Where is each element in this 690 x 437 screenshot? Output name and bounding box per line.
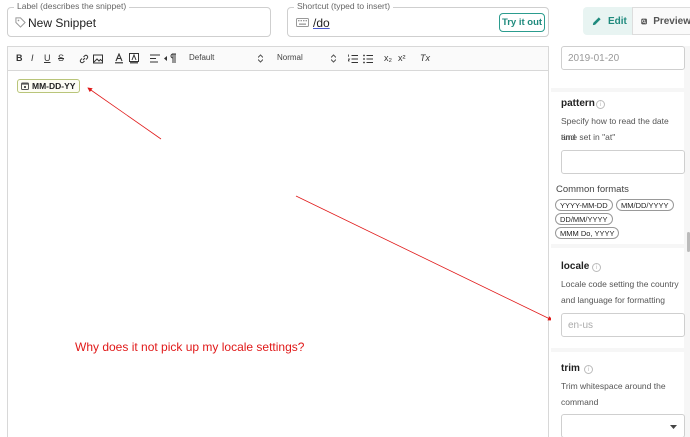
chevron-down-icon: [670, 425, 677, 429]
pattern-title: pattern: [561, 98, 595, 109]
trim-desc-line1: Trim whitespace around the: [561, 381, 666, 391]
locale-title: locale: [561, 261, 590, 272]
pattern-info-icon[interactable]: i: [596, 100, 605, 109]
trim-title: trim: [561, 363, 580, 374]
common-formats-label: Common formats: [556, 184, 629, 195]
format-chip[interactable]: YYYY-MM-DD: [555, 199, 613, 211]
at-input[interactable]: 2019-01-20: [561, 46, 685, 70]
format-chip[interactable]: MMM Do, YYYY: [555, 227, 620, 239]
pattern-desc-line2: time set in "at": [561, 132, 616, 142]
locale-info-icon[interactable]: i: [592, 263, 601, 272]
pattern-section: pattern i Specify how to read the date a…: [551, 92, 685, 244]
arrow-to-chip: [87, 87, 162, 140]
trim-section: trim i Trim whitespace around the comman…: [551, 352, 685, 437]
pattern-input[interactable]: [561, 150, 685, 174]
locale-section: locale i Locale code setting the country…: [551, 248, 685, 348]
trim-info-icon[interactable]: i: [584, 365, 593, 374]
locale-input[interactable]: en-us: [561, 313, 685, 337]
format-chip[interactable]: DD/MM/YYYY: [555, 213, 613, 225]
at-section: 2019-01-20: [551, 46, 685, 88]
locale-desc-line1: Locale code setting the country: [561, 279, 679, 289]
command-settings-panel: 2019-01-20 pattern i Specify how to read…: [551, 46, 690, 437]
locale-desc-line2: and language for formatting: [561, 295, 665, 305]
trim-select[interactable]: [561, 414, 685, 437]
trim-desc-line2: command: [561, 397, 599, 407]
format-chip[interactable]: MM/DD/YYYY: [616, 199, 674, 211]
arrow-to-locale: [295, 195, 553, 321]
